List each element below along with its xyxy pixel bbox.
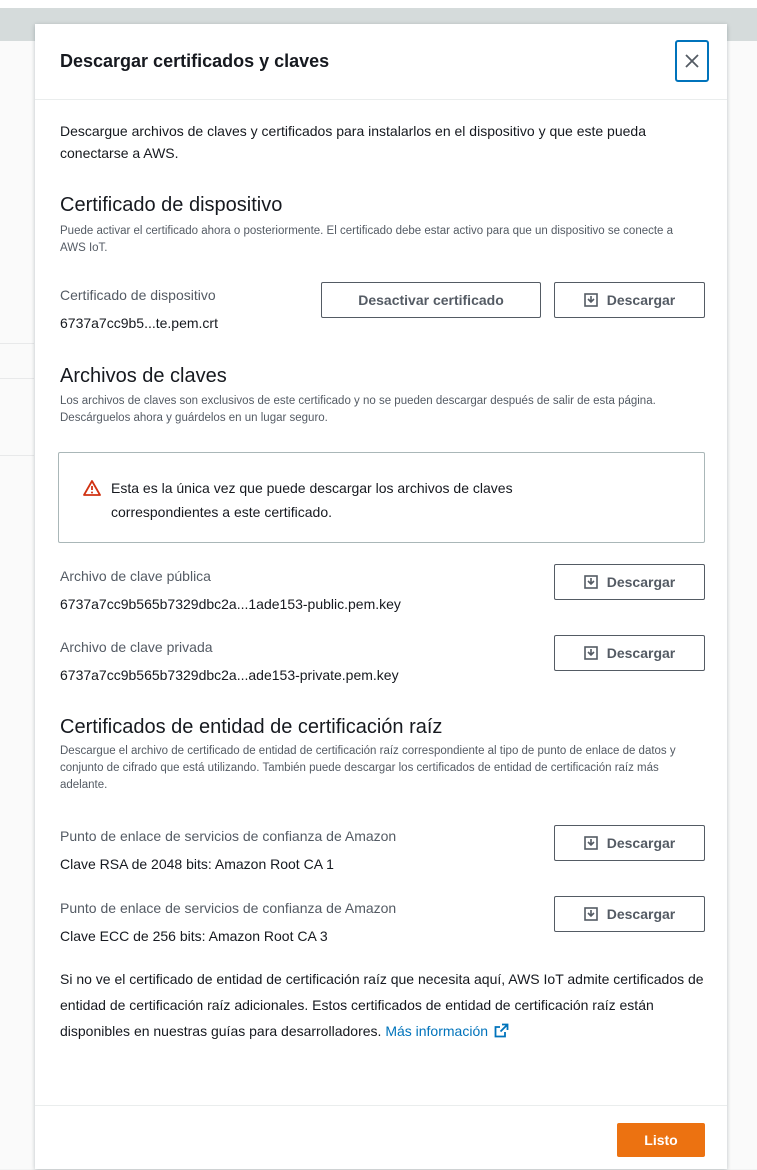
device-certificate-description: Puede activar el certificado ahora o pos… — [60, 225, 674, 254]
download-label: Descargar — [606, 574, 676, 590]
root-ca-heading: Certificados de entidad de certificación… — [60, 716, 443, 738]
download-label: Descargar — [606, 835, 676, 851]
warning-alert: Esta es la única vez que puede descargar… — [58, 452, 705, 543]
download-icon — [583, 575, 598, 589]
download-rsa-root-ca-button[interactable]: Descargar — [554, 825, 705, 861]
warning-alert-text: Esta es la única vez que puede descargar… — [111, 480, 513, 520]
external-link-icon — [494, 1023, 509, 1038]
download-label: Descargar — [606, 906, 676, 922]
download-device-certificate-button[interactable]: Descargar — [554, 282, 705, 318]
key-files-description: Los archivos de claves son exclusivos de… — [60, 395, 656, 424]
download-icon — [583, 836, 598, 850]
modal-header: Descargar certificados y claves — [35, 24, 727, 100]
key-files-heading: Archivos de claves — [60, 365, 227, 387]
private-key-filename: 6737a7cc9b565b7329dbc2a...ade153-private… — [60, 667, 399, 683]
close-icon — [685, 54, 699, 68]
device-certificate-filename: 6737a7cc9b5...te.pem.crt — [60, 315, 218, 331]
deactivate-certificate-button[interactable]: Desactivar certificado — [321, 282, 541, 318]
background-divider — [0, 378, 34, 379]
warning-icon — [83, 480, 101, 501]
private-key-label: Archivo de clave privada — [60, 639, 213, 655]
done-button[interactable]: Listo — [617, 1123, 705, 1157]
download-label: Descargar — [606, 292, 676, 308]
background-top — [0, 0, 757, 8]
done-label: Listo — [644, 1132, 678, 1148]
download-label: Descargar — [606, 645, 676, 661]
download-icon — [583, 646, 598, 660]
root-ca-note: Si no ve el certificado de entidad de ce… — [60, 966, 710, 1044]
ecc-root-ca-value: Clave ECC de 256 bits: Amazon Root CA 3 — [60, 928, 328, 944]
download-private-key-button[interactable]: Descargar — [554, 635, 705, 671]
deactivate-certificate-label: Desactivar certificado — [358, 292, 504, 308]
rsa-endpoint-label: Punto de enlace de servicios de confianz… — [60, 828, 397, 844]
root-ca-note-text: Si no ve el certificado de entidad de ce… — [60, 971, 704, 1039]
download-icon — [583, 907, 598, 921]
modal-intro: Descargue archivos de claves y certifica… — [60, 123, 646, 161]
public-key-filename: 6737a7cc9b565b7329dbc2a...1ade153-public… — [60, 596, 401, 612]
background-divider — [0, 343, 34, 344]
root-ca-description: Descargue el archivo de certificado de e… — [60, 745, 676, 791]
close-button[interactable] — [675, 40, 709, 82]
device-certificate-label: Certificado de dispositivo — [60, 287, 216, 303]
download-certificates-modal: Descargar certificados y claves Descargu… — [35, 24, 727, 1169]
modal-footer: Listo — [35, 1105, 727, 1170]
modal-title: Descargar certificados y claves — [60, 51, 330, 71]
public-key-label: Archivo de clave pública — [60, 568, 211, 584]
download-public-key-button[interactable]: Descargar — [554, 564, 705, 600]
background-divider — [0, 455, 34, 456]
download-icon — [583, 293, 598, 307]
rsa-root-ca-value: Clave RSA de 2048 bits: Amazon Root CA 1 — [60, 856, 334, 872]
ecc-endpoint-label: Punto de enlace de servicios de confianz… — [60, 900, 397, 916]
download-ecc-root-ca-button[interactable]: Descargar — [554, 896, 705, 932]
more-info-label: Más información — [385, 1023, 489, 1039]
more-info-link[interactable]: Más información — [385, 1023, 509, 1039]
device-certificate-heading: Certificado de dispositivo — [60, 194, 283, 216]
